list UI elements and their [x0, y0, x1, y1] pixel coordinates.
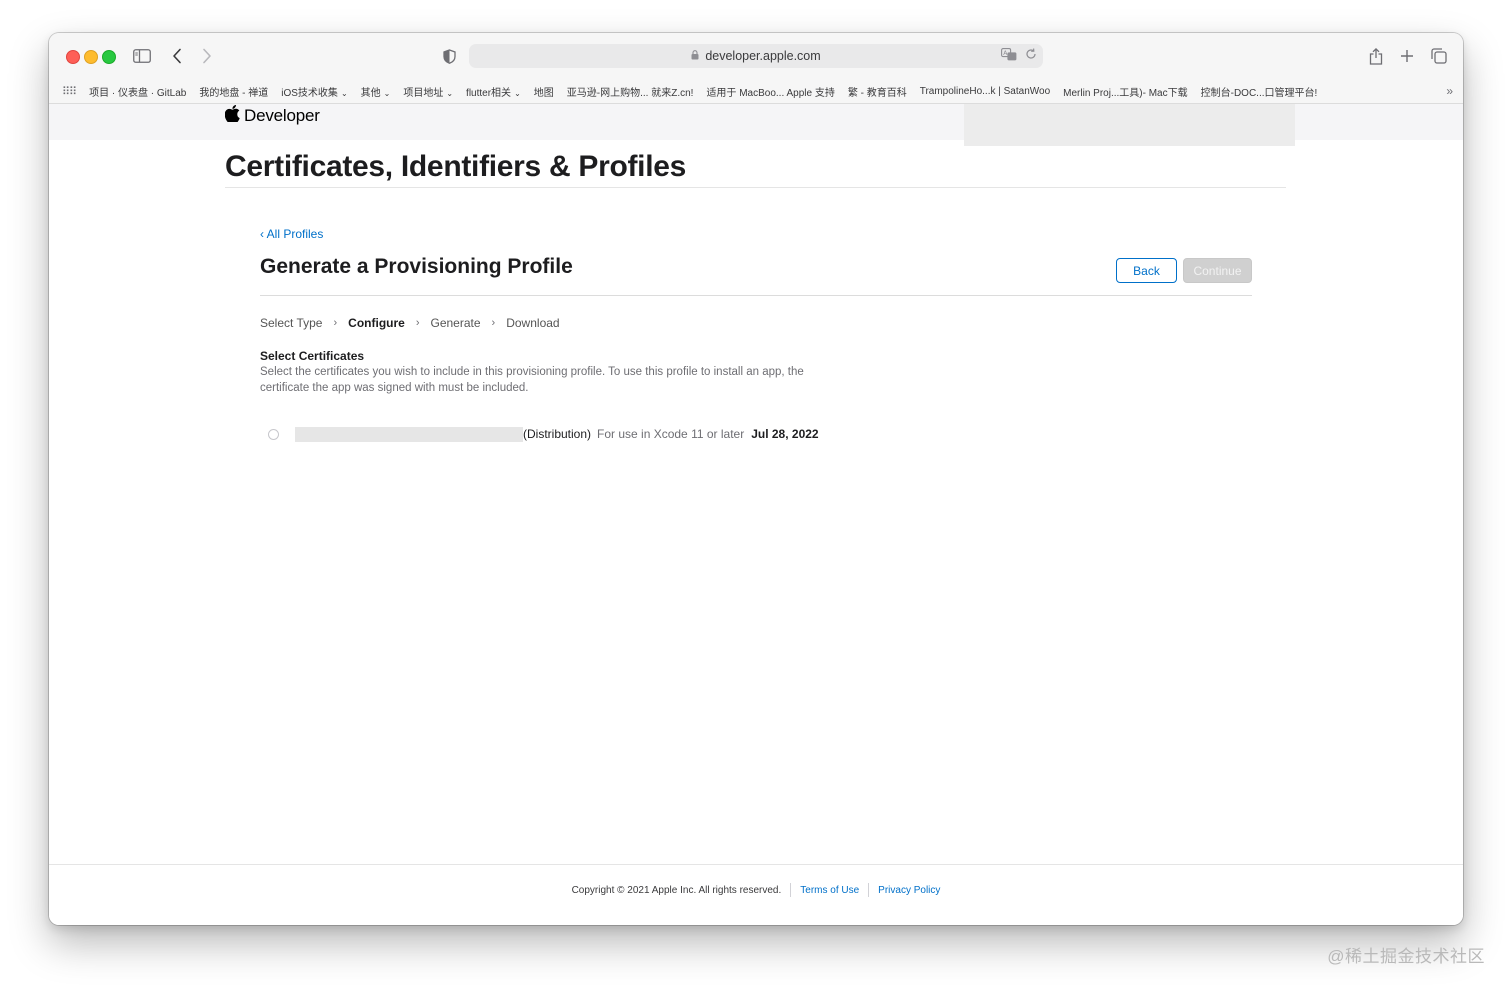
bookmark-item[interactable]: iOS技术收集 ⌄	[281, 84, 347, 99]
web-page: Developer Certificates, Identifiers & Pr…	[49, 104, 1463, 925]
bookmark-item[interactable]: 适用于 MacBoo... Apple 支持	[706, 84, 834, 99]
bookmark-label: flutter相关	[466, 87, 512, 99]
bookmark-label: 项目 · 仪表盘 · GitLab	[89, 87, 187, 99]
title-divider	[225, 187, 1286, 188]
apple-logo-icon[interactable]	[224, 105, 240, 127]
bookmark-label: TrampolineHo...k | SatanWoo	[919, 85, 1051, 97]
bookmark-label: 控制台-DOC...口管理平台!	[1200, 87, 1318, 99]
bookmarks-bar: ⠿⠿ 项目 · 仪表盘 · GitLab 我的地盘 - 禅道 iOS技术收集 ⌄ 其他 ⌄…	[49, 79, 1463, 104]
terms-of-use-link[interactable]: Terms of Use	[800, 885, 859, 896]
step-generate: Generate	[430, 316, 481, 330]
section-heading: Generate a Provisioning Profile	[260, 255, 573, 278]
watermark: @稀土掘金技术社区	[1327, 947, 1485, 966]
certificate-type: (Distribution)	[523, 427, 592, 441]
select-certificates-description: Select the certificates you wish to incl…	[260, 366, 804, 394]
continue-button[interactable]: Continue	[1183, 258, 1252, 283]
bookmark-label: 地图	[533, 87, 554, 99]
footer-separator	[790, 883, 792, 897]
browser-window: developer.apple.com A ⠿⠿ 项目 · 仪表盘 · GitL…	[49, 33, 1463, 925]
bookmark-item[interactable]: 亚马逊-网上购物... 就来Z.cn!	[567, 84, 694, 99]
bookmark-label: 其他	[360, 87, 381, 99]
bookmark-item[interactable]: 控制台-DOC...口管理平台!	[1201, 84, 1318, 99]
share-icon[interactable]	[1364, 44, 1388, 68]
chevron-down-icon: ⌄	[340, 88, 348, 98]
wizard-steps: Select Type › Configure › Generate › Dow…	[260, 316, 560, 330]
bookmark-item[interactable]: flutter相关 ⌄	[466, 84, 521, 99]
developer-brand[interactable]: Developer	[244, 106, 320, 126]
back-nav-icon[interactable]	[165, 44, 189, 68]
certificate-radio[interactable]	[268, 428, 279, 440]
chevron-down-icon: ⌄	[446, 88, 454, 98]
more-bookmarks-icon[interactable]: »	[1446, 84, 1453, 98]
tab-overview-icon[interactable]	[1427, 44, 1451, 68]
developer-globalnav: Developer	[49, 104, 1463, 146]
step-download: Download	[506, 316, 560, 330]
lock-icon	[691, 49, 699, 63]
bookmark-item[interactable]: 项目 · 仪表盘 · GitLab	[89, 84, 186, 99]
url-text: developer.apple.com	[705, 49, 821, 63]
bookmark-label: Merlin Proj...工具)- Mac下载	[1063, 87, 1188, 99]
certificate-expiry-date: Jul 28, 2022	[751, 427, 819, 441]
bookmark-label: 繁 - 教育百科	[847, 87, 907, 99]
browser-toolbar: developer.apple.com A	[49, 33, 1463, 79]
reload-icon[interactable]	[1025, 48, 1037, 64]
bookmark-label: 我的地盘 - 禅道	[199, 87, 269, 99]
bookmark-label: 亚马逊-网上购物... 就来Z.cn!	[566, 87, 694, 99]
bookmark-item[interactable]: 繁 - 教育百科	[848, 84, 907, 99]
certificate-option[interactable]: (Distribution) For use in Xcode 11 or la…	[268, 424, 819, 444]
step-select-type: Select Type	[260, 316, 323, 330]
minimize-window-button[interactable]	[84, 50, 98, 64]
bookmark-label: 项目地址	[403, 87, 444, 99]
chevron-right-icon: ›	[415, 317, 420, 329]
select-certificates-title: Select Certificates	[260, 349, 365, 363]
close-window-button[interactable]	[66, 50, 80, 64]
certificate-note: For use in Xcode 11 or later	[597, 427, 745, 441]
translate-icon[interactable]: A	[1001, 48, 1017, 64]
all-profiles-link[interactable]: ‹ All Profiles	[260, 227, 323, 241]
chevron-down-icon: ⌄	[383, 88, 391, 98]
chevron-right-icon: ›	[491, 317, 496, 329]
new-tab-icon[interactable]	[1395, 44, 1419, 68]
page-title: Certificates, Identifiers & Profiles	[225, 150, 687, 183]
bookmark-item[interactable]: 我的地盘 - 禅道	[199, 84, 268, 99]
address-bar[interactable]: developer.apple.com A	[469, 44, 1043, 68]
privacy-shield-icon[interactable]	[437, 44, 461, 68]
blurred-account-area	[964, 104, 1295, 146]
bookmarks-grid-icon[interactable]: ⠿⠿	[62, 85, 77, 98]
bookmark-item[interactable]: 地图	[534, 84, 554, 99]
step-configure: Configure	[348, 316, 405, 330]
footer-divider	[49, 864, 1463, 865]
privacy-policy-link[interactable]: Privacy Policy	[878, 885, 940, 896]
back-button[interactable]: Back	[1116, 258, 1177, 283]
bookmark-item[interactable]: TrampolineHo...k | SatanWoo	[920, 86, 1050, 97]
bookmark-item[interactable]: 项目地址 ⌄	[403, 84, 453, 99]
copyright-text: Copyright © 2021 Apple Inc. All rights r…	[571, 884, 782, 896]
forward-nav-icon[interactable]	[195, 44, 219, 68]
sidebar-toggle-icon[interactable]	[130, 44, 154, 68]
chevron-down-icon: ⌄	[514, 88, 521, 98]
zoom-window-button[interactable]	[102, 50, 116, 64]
redacted-certificate-name	[295, 426, 523, 442]
bookmark-item[interactable]: Merlin Proj...工具)- Mac下载	[1063, 84, 1187, 99]
bookmark-label: 适用于 MacBoo... Apple 支持	[706, 87, 835, 99]
footer-separator	[868, 883, 870, 897]
bookmark-label: iOS技术收集	[281, 87, 338, 99]
heading-divider	[260, 295, 1252, 296]
page-footer: Copyright © 2021 Apple Inc. All rights r…	[49, 883, 1463, 897]
bookmark-item[interactable]: 其他 ⌄	[361, 84, 391, 99]
chevron-right-icon: ›	[333, 317, 338, 329]
